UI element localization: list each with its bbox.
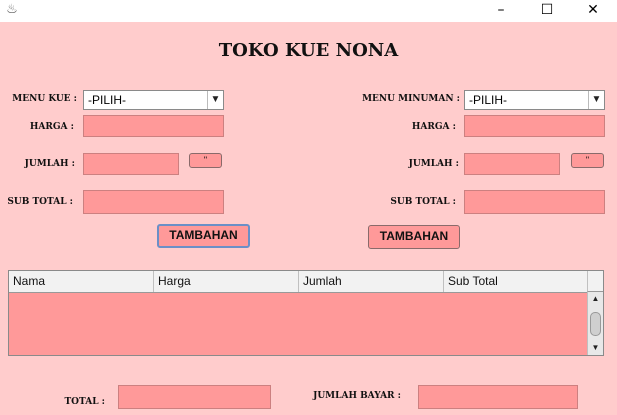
order-table[interactable]: Nama Harga Jumlah Sub Total ▲ ▼ [8,270,604,356]
chevron-down-icon[interactable]: ▼ [207,91,223,109]
jumlah-minuman-field[interactable] [464,153,560,175]
tambahan-kue-button[interactable]: TAMBAHAN [157,224,250,248]
jumlah-minuman-label: JUMLAH : [408,159,459,169]
scrollbar-thumb[interactable] [590,312,601,336]
column-header-harga[interactable]: Harga [154,271,299,292]
close-button[interactable]: ✕ [570,0,616,22]
column-header-jumlah[interactable]: Jumlah [299,271,444,292]
jumlah-bayar-field[interactable] [418,385,578,409]
total-label: TOTAL : [64,397,105,407]
harga-minuman-field[interactable] [464,115,605,137]
harga-minuman-label: HARGA : [411,122,456,132]
total-field[interactable] [118,385,271,409]
menu-minuman-label: MENU MINUMAN : [362,94,460,104]
table-header: Nama Harga Jumlah Sub Total [9,271,587,293]
harga-kue-label: HARGA : [29,122,74,132]
scroll-down-arrow-icon[interactable]: ▼ [588,341,603,355]
jumlah-kue-field[interactable] [83,153,179,175]
scroll-up-arrow-icon[interactable]: ▲ [588,292,603,306]
table-vertical-scrollbar[interactable]: ▲ ▼ [587,292,603,355]
jumlah-kue-label: JUMLAH : [24,159,75,169]
maximize-button[interactable]: ☐ [524,0,570,22]
subtotal-kue-field[interactable] [83,190,224,214]
jumlah-kue-button[interactable]: " [189,153,222,168]
column-header-sub-total[interactable]: Sub Total [444,271,587,292]
jumlah-minuman-button[interactable]: " [571,153,604,168]
menu-kue-label: MENU KUE : [12,94,77,104]
subtotal-kue-label: SUB TOTAL : [7,197,73,207]
window-titlebar: ♨ – ☐ ✕ [0,0,617,22]
menu-minuman-select[interactable]: -PILIH- ▼ [464,90,605,110]
jumlah-bayar-label: JUMLAH BAYAR : [313,391,401,401]
menu-kue-selected-value: -PILIH- [88,93,127,107]
column-header-nama[interactable]: Nama [9,271,154,292]
menu-minuman-selected-value: -PILIH- [469,93,508,107]
page-title: TOKO KUE NONA [218,40,399,61]
subtotal-minuman-label: SUB TOTAL : [390,197,456,207]
minimize-button[interactable]: – [478,0,524,22]
subtotal-minuman-field[interactable] [464,190,605,214]
table-header-corner [587,271,603,292]
chevron-down-icon[interactable]: ▼ [588,91,604,109]
menu-kue-select[interactable]: -PILIH- ▼ [83,90,224,110]
tambahan-minuman-button[interactable]: TAMBAHAN [368,225,460,249]
harga-kue-field[interactable] [83,115,224,137]
java-coffee-icon: ♨ [6,2,18,17]
